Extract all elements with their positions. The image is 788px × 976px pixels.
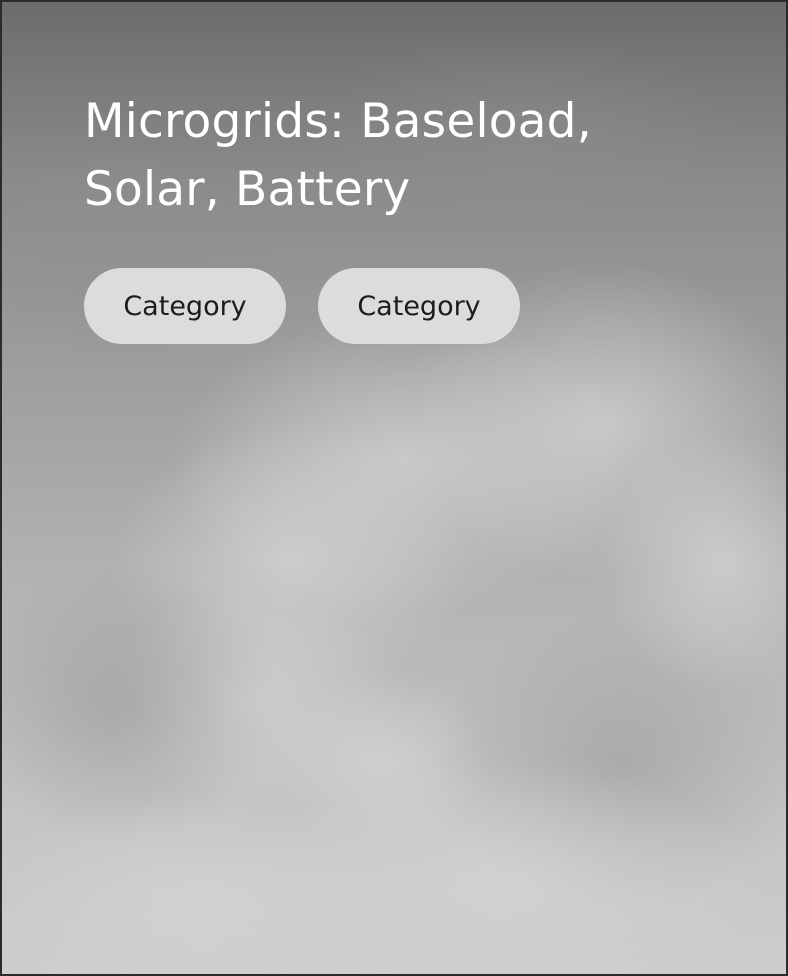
post-card[interactable]: Microgrids: Baseload, Solar, Battery Cat… [0, 0, 788, 976]
post-title[interactable]: Microgrids: Baseload, Solar, Battery [84, 88, 704, 224]
category-tag[interactable]: Category [84, 268, 286, 344]
category-tag[interactable]: Category [318, 268, 520, 344]
category-tags: Category Category [84, 268, 704, 344]
card-content: Microgrids: Baseload, Solar, Battery Cat… [84, 88, 704, 344]
